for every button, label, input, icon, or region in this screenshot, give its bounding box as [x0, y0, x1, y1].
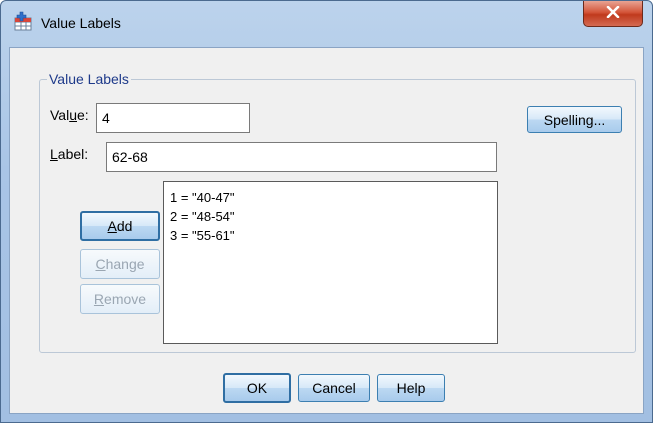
label-input[interactable]: [106, 142, 497, 172]
add-button[interactable]: Add: [80, 211, 160, 241]
close-button[interactable]: [583, 1, 643, 27]
groupbox-legend: Value Labels: [47, 71, 131, 87]
close-icon: [606, 5, 620, 21]
list-item[interactable]: 3 = "55-61": [170, 226, 491, 245]
title-bar[interactable]: Value Labels: [1, 1, 652, 47]
value-label: Value:: [50, 107, 89, 123]
value-labels-list[interactable]: 1 = "40-47" 2 = "48-54" 3 = "55-61": [163, 181, 498, 344]
spelling-button[interactable]: Spelling...: [527, 106, 622, 133]
list-item[interactable]: 2 = "48-54": [170, 207, 491, 226]
remove-button[interactable]: Remove: [80, 284, 160, 314]
cancel-button[interactable]: Cancel: [298, 374, 370, 402]
help-button[interactable]: Help: [377, 374, 445, 402]
dialog-client-area: Value Labels Value: Label: Spelling... 1…: [9, 47, 644, 414]
dialog-window: Value Labels Value Labels Value: Label: …: [0, 0, 653, 423]
window-title: Value Labels: [41, 15, 121, 31]
ok-button[interactable]: OK: [223, 373, 291, 403]
value-input[interactable]: [96, 103, 250, 133]
change-button[interactable]: Change: [80, 249, 160, 279]
list-item[interactable]: 1 = "40-47": [170, 188, 491, 207]
spss-table-icon: [14, 11, 34, 31]
label-label: Label:: [50, 146, 89, 162]
